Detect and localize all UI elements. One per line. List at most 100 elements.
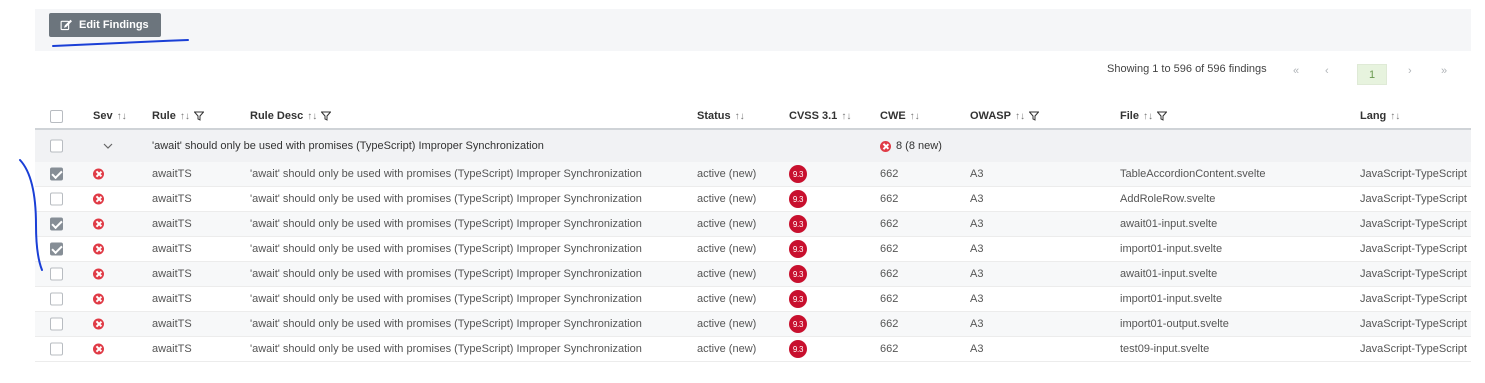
sort-icon: ↑↓ bbox=[1142, 110, 1153, 122]
lang-cell: JavaScript-TypeScript bbox=[1360, 168, 1467, 180]
rule-desc-cell: 'await' should only be used with promise… bbox=[250, 243, 642, 255]
rule-cell: awaitTS bbox=[152, 268, 192, 280]
cwe-cell: 662 bbox=[880, 243, 899, 255]
table-row[interactable]: awaitTS 'await' should only be used with… bbox=[35, 337, 1471, 362]
col-status[interactable]: Status ↑↓ bbox=[697, 110, 745, 122]
rule-desc-cell: 'await' should only be used with promise… bbox=[250, 268, 642, 280]
filter-icon[interactable] bbox=[1028, 111, 1039, 121]
severity-icon bbox=[93, 218, 104, 230]
row-checkbox[interactable] bbox=[50, 317, 63, 331]
chevron-down-icon[interactable] bbox=[103, 141, 113, 151]
sort-icon: ↑↓ bbox=[116, 110, 127, 122]
rule-cell: awaitTS bbox=[152, 318, 192, 330]
lang-cell: JavaScript-TypeScript bbox=[1360, 268, 1467, 280]
cvss-badge: 9.3 bbox=[789, 240, 807, 258]
severity-icon bbox=[880, 140, 891, 152]
cvss-badge: 9.3 bbox=[789, 215, 807, 233]
table-row[interactable]: awaitTS 'await' should only be used with… bbox=[35, 262, 1471, 287]
severity-icon bbox=[93, 318, 104, 330]
rule-desc-cell: 'await' should only be used with promise… bbox=[250, 343, 642, 355]
group-row[interactable]: 'await' should only be used with promise… bbox=[35, 130, 1471, 162]
owasp-cell: A3 bbox=[970, 268, 984, 280]
severity-icon bbox=[93, 168, 104, 180]
row-checkbox[interactable] bbox=[50, 342, 63, 356]
row-checkbox[interactable] bbox=[50, 292, 63, 306]
owasp-cell: A3 bbox=[970, 293, 984, 305]
status-cell: active (new) bbox=[697, 243, 757, 255]
status-cell: active (new) bbox=[697, 293, 757, 305]
prev-page-button[interactable]: ‹ bbox=[1325, 65, 1329, 77]
table-body: awaitTS 'await' should only be used with… bbox=[35, 162, 1471, 362]
cvss-badge: 9.3 bbox=[789, 190, 807, 208]
filter-icon[interactable] bbox=[321, 111, 332, 121]
lang-cell: JavaScript-TypeScript bbox=[1360, 218, 1467, 230]
col-cwe[interactable]: CWE ↑↓ bbox=[880, 110, 920, 122]
lang-cell: JavaScript-TypeScript bbox=[1360, 343, 1467, 355]
col-owasp[interactable]: OWASP ↑↓ bbox=[970, 110, 1039, 122]
last-page-button[interactable]: » bbox=[1441, 65, 1447, 77]
owasp-cell: A3 bbox=[970, 193, 984, 205]
pagination-bar: Showing 1 to 596 of 596 findings « ‹ 1 ›… bbox=[35, 51, 1471, 91]
row-checkbox[interactable] bbox=[50, 217, 63, 231]
col-rule[interactable]: Rule ↑↓ bbox=[152, 110, 204, 122]
col-sev[interactable]: Sev ↑↓ bbox=[93, 110, 127, 122]
table-row[interactable]: awaitTS 'await' should only be used with… bbox=[35, 212, 1471, 237]
table-row[interactable]: awaitTS 'await' should only be used with… bbox=[35, 187, 1471, 212]
severity-icon bbox=[93, 343, 104, 355]
row-checkbox[interactable] bbox=[50, 242, 63, 256]
cvss-badge: 9.3 bbox=[789, 290, 807, 308]
sort-icon: ↑↓ bbox=[909, 110, 920, 122]
table-row[interactable]: awaitTS 'await' should only be used with… bbox=[35, 237, 1471, 262]
cvss-badge: 9.3 bbox=[789, 340, 807, 358]
rule-desc-cell: 'await' should only be used with promise… bbox=[250, 168, 642, 180]
row-checkbox[interactable] bbox=[50, 267, 63, 281]
sort-icon: ↑↓ bbox=[179, 110, 190, 122]
page-1-button[interactable]: 1 bbox=[1357, 64, 1387, 85]
rule-cell: awaitTS bbox=[152, 218, 192, 230]
cwe-cell: 662 bbox=[880, 343, 899, 355]
severity-icon bbox=[93, 243, 104, 255]
file-cell: await01-input.svelte bbox=[1120, 268, 1218, 280]
sort-icon: ↑↓ bbox=[734, 110, 745, 122]
toolbar: Edit Findings bbox=[35, 9, 1471, 51]
table-row[interactable]: awaitTS 'await' should only be used with… bbox=[35, 312, 1471, 337]
cvss-badge: 9.3 bbox=[789, 165, 807, 183]
lang-cell: JavaScript-TypeScript bbox=[1360, 318, 1467, 330]
group-count: 8 (8 new) bbox=[880, 140, 942, 152]
file-cell: TableAccordionContent.svelte bbox=[1120, 168, 1266, 180]
col-lang[interactable]: Lang ↑↓ bbox=[1360, 110, 1400, 122]
col-cvss[interactable]: CVSS 3.1 ↑↓ bbox=[789, 110, 851, 122]
file-cell: test09-input.svelte bbox=[1120, 343, 1210, 355]
table-row[interactable]: awaitTS 'await' should only be used with… bbox=[35, 287, 1471, 312]
edit-icon bbox=[60, 19, 72, 31]
filter-icon[interactable] bbox=[193, 111, 204, 121]
col-file[interactable]: File ↑↓ bbox=[1120, 110, 1167, 122]
rule-cell: awaitTS bbox=[152, 343, 192, 355]
filter-icon[interactable] bbox=[1156, 111, 1167, 121]
pagination-summary: Showing 1 to 596 of 596 findings bbox=[1107, 63, 1267, 75]
table-row[interactable]: awaitTS 'await' should only be used with… bbox=[35, 162, 1471, 187]
edit-findings-label: Edit Findings bbox=[79, 19, 149, 31]
cwe-cell: 662 bbox=[880, 168, 899, 180]
cwe-cell: 662 bbox=[880, 293, 899, 305]
owasp-cell: A3 bbox=[970, 218, 984, 230]
owasp-cell: A3 bbox=[970, 168, 984, 180]
row-checkbox[interactable] bbox=[50, 192, 63, 206]
findings-table: Sev ↑↓ Rule ↑↓ Rule Desc ↑↓ Status ↑↓ CVSS 3… bbox=[35, 104, 1471, 362]
table-header: Sev ↑↓ Rule ↑↓ Rule Desc ↑↓ Status ↑↓ CVSS 3… bbox=[35, 104, 1471, 130]
group-checkbox[interactable] bbox=[50, 139, 63, 153]
first-page-button[interactable]: « bbox=[1293, 65, 1299, 77]
cwe-cell: 662 bbox=[880, 193, 899, 205]
next-page-button[interactable]: › bbox=[1408, 65, 1412, 77]
owasp-cell: A3 bbox=[970, 318, 984, 330]
file-cell: import01-input.svelte bbox=[1120, 243, 1223, 255]
rule-cell: awaitTS bbox=[152, 243, 192, 255]
rule-cell: awaitTS bbox=[152, 193, 192, 205]
col-rule-desc[interactable]: Rule Desc ↑↓ bbox=[250, 110, 332, 122]
file-cell: import01-input.svelte bbox=[1120, 293, 1223, 305]
edit-findings-button[interactable]: Edit Findings bbox=[49, 13, 161, 37]
select-all-checkbox[interactable] bbox=[50, 110, 63, 123]
rule-desc-cell: 'await' should only be used with promise… bbox=[250, 218, 642, 230]
rule-desc-cell: 'await' should only be used with promise… bbox=[250, 318, 642, 330]
row-checkbox[interactable] bbox=[50, 167, 63, 181]
